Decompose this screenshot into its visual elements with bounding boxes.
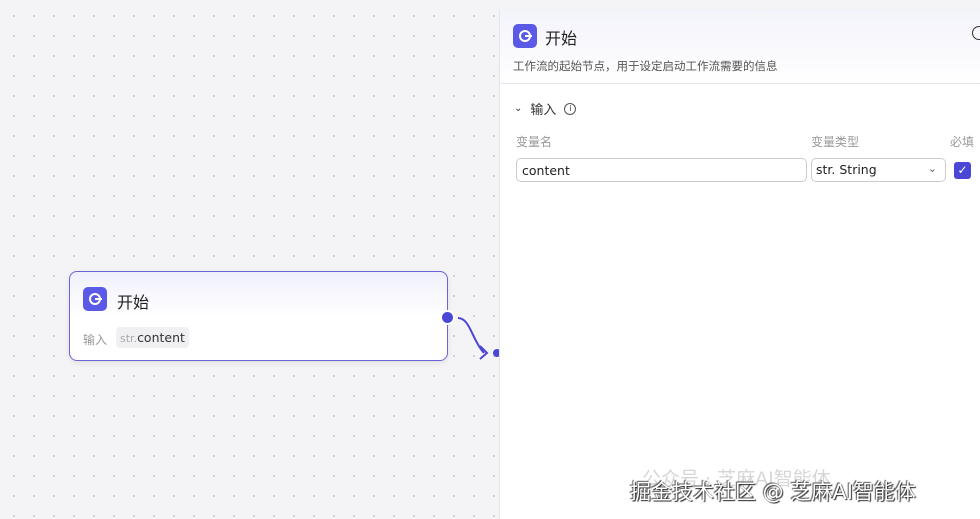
variable-name-input[interactable]: content <box>516 158 807 182</box>
chevron-down-icon: ⌄ <box>927 162 937 175</box>
col-required: 必填 <box>950 135 975 149</box>
help-icon[interactable] <box>972 26 980 40</box>
start-icon <box>83 287 107 311</box>
node-input-label: 输入 <box>83 333 108 347</box>
variable-tag: str.content <box>116 327 189 348</box>
input-section-toggle[interactable]: ⌄ 输入 i <box>514 99 577 118</box>
variable-type-select[interactable]: str. String ⌄ <box>811 158 946 182</box>
panel-title: 开始 <box>545 29 578 48</box>
col-type: 变量类型 <box>811 135 860 149</box>
required-checkbox[interactable]: ✓ <box>954 162 971 179</box>
col-name: 变量名 <box>516 135 553 149</box>
node-config-panel: 开始 工作流的起始节点，用于设定启动工作流需要的信息 ⌄ 输入 i 变量名 变量类型… <box>499 10 980 519</box>
output-handle[interactable] <box>440 310 455 325</box>
start-icon <box>513 24 537 48</box>
info-icon[interactable]: i <box>564 102 577 115</box>
node-title: 开始 <box>117 293 150 312</box>
panel-description: 工作流的起始节点，用于设定启动工作流需要的信息 <box>513 59 778 73</box>
chevron-down-icon: ⌄ <box>514 103 523 114</box>
start-node[interactable]: 开始 输入 str.content <box>69 271 448 361</box>
watermark: 掘金技术社区 @ 芝麻AI智能体 <box>630 480 916 504</box>
section-title: 输入 <box>530 103 557 118</box>
